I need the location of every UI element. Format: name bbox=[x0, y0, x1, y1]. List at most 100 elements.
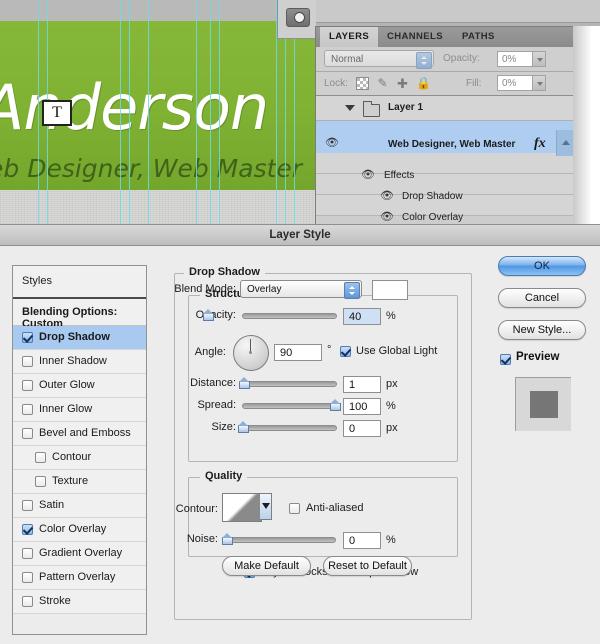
style-item-texture[interactable]: Texture bbox=[13, 470, 146, 494]
eye-visibility-icon[interactable]: 👁 bbox=[380, 210, 394, 223]
blend-mode-value: Overlay bbox=[247, 284, 282, 295]
size-value-field[interactable]: 0 bbox=[343, 420, 381, 437]
style-label: Inner Shadow bbox=[39, 355, 107, 367]
style-item-inner-glow[interactable]: Inner Glow bbox=[13, 398, 146, 422]
checkbox-satin[interactable] bbox=[22, 500, 33, 511]
checkbox-pattern-overlay[interactable] bbox=[22, 572, 33, 583]
checkbox-anti-aliased[interactable] bbox=[289, 503, 300, 514]
noise-slider-track[interactable] bbox=[226, 537, 336, 543]
new-style-button[interactable]: New Style... bbox=[498, 320, 586, 340]
contour-preset-thumbnail[interactable] bbox=[222, 493, 262, 522]
noise-slider-thumb[interactable] bbox=[222, 533, 233, 545]
size-slider-thumb[interactable] bbox=[238, 421, 249, 433]
text-layer-thumbnail[interactable]: T bbox=[42, 100, 72, 126]
contour-dropdown-arrow-icon[interactable] bbox=[260, 493, 272, 520]
style-label: Pattern Overlay bbox=[39, 571, 116, 583]
guide-line bbox=[210, 0, 211, 226]
spread-unit: % bbox=[386, 400, 396, 412]
lock-position-move-icon[interactable]: ✚ bbox=[396, 77, 409, 90]
eye-visibility-icon[interactable]: 👁 bbox=[361, 168, 375, 181]
layer-opacity-field[interactable]: 0% bbox=[497, 51, 533, 67]
angle-value-field[interactable]: 90 bbox=[274, 344, 322, 361]
checkbox-outer-glow[interactable] bbox=[22, 380, 33, 391]
layer-blend-mode-dropdown[interactable]: Normal bbox=[324, 50, 434, 69]
opacity-slider-thumb[interactable] bbox=[203, 309, 214, 321]
style-item-satin[interactable]: Satin bbox=[13, 494, 146, 518]
size-label: Size: bbox=[211, 421, 236, 433]
lock-image-pixels-brush-icon[interactable]: ✎ bbox=[376, 77, 389, 90]
lock-all-padlock-icon[interactable]: 🔒 bbox=[416, 77, 431, 90]
style-item-bevel-and-emboss[interactable]: Bevel and Emboss bbox=[13, 422, 146, 446]
make-default-button[interactable]: Make Default bbox=[222, 556, 311, 576]
spread-slider-thumb[interactable] bbox=[330, 399, 341, 411]
style-label: Texture bbox=[52, 475, 89, 487]
style-item-color-overlay[interactable]: Color Overlay bbox=[13, 518, 146, 542]
chevron-updown-icon bbox=[344, 282, 360, 299]
eye-visibility-icon[interactable]: 👁 bbox=[325, 136, 339, 149]
distance-slider-track[interactable] bbox=[242, 381, 337, 387]
reset-to-default-button[interactable]: Reset to Default bbox=[323, 556, 412, 576]
lock-transparent-pixels-icon[interactable] bbox=[356, 77, 369, 90]
style-item-gradient-overlay[interactable]: Gradient Overlay bbox=[13, 542, 146, 566]
spread-value-field[interactable]: 100 bbox=[343, 398, 381, 415]
opacity-stepper[interactable] bbox=[533, 51, 546, 67]
styles-header[interactable]: Styles bbox=[13, 266, 146, 299]
banner-name-text: Anderson bbox=[0, 71, 269, 144]
chevron-updown-icon bbox=[416, 52, 432, 69]
style-label: Contour bbox=[52, 451, 92, 463]
checkbox-use-global-light[interactable] bbox=[340, 346, 351, 357]
effects-expand-arrow-icon[interactable] bbox=[556, 130, 574, 156]
checkbox-gradient-overlay[interactable] bbox=[22, 548, 33, 559]
noise-value-field[interactable]: 0 bbox=[343, 532, 381, 549]
checkbox-drop-shadow[interactable] bbox=[22, 332, 33, 343]
style-label: Color Overlay bbox=[39, 523, 107, 535]
fill-label: Fill: bbox=[466, 78, 482, 89]
layer-row-group[interactable] bbox=[316, 96, 600, 121]
distance-value-field[interactable]: 1 bbox=[343, 376, 381, 393]
checkbox-stroke[interactable] bbox=[22, 596, 33, 607]
guide-line bbox=[148, 0, 149, 226]
style-item-stroke[interactable]: Stroke bbox=[13, 590, 146, 614]
style-item-contour[interactable]: Contour bbox=[13, 446, 146, 470]
blending-options-item[interactable]: Blending Options: Custom bbox=[13, 299, 146, 330]
tab-channels[interactable]: CHANNELS bbox=[378, 27, 452, 47]
eye-visibility-icon[interactable]: 👁 bbox=[380, 189, 394, 202]
style-item-drop-shadow[interactable]: Drop Shadow bbox=[13, 326, 146, 350]
fill-stepper[interactable] bbox=[533, 75, 546, 91]
angle-label: Angle: bbox=[194, 346, 226, 358]
tab-paths[interactable]: PATHS bbox=[453, 27, 504, 47]
style-label: Inner Glow bbox=[39, 403, 93, 415]
checkbox-preview[interactable] bbox=[500, 354, 511, 365]
opacity-value-field[interactable]: 40 bbox=[343, 308, 381, 325]
angle-dial[interactable] bbox=[233, 335, 269, 371]
style-item-inner-shadow[interactable]: Inner Shadow bbox=[13, 350, 146, 374]
opacity-label: Opacity: bbox=[195, 309, 236, 321]
layer-fill-field[interactable]: 0% bbox=[497, 75, 533, 91]
cancel-button[interactable]: Cancel bbox=[498, 288, 586, 308]
effects-row[interactable] bbox=[316, 153, 600, 174]
ok-button[interactable]: OK bbox=[498, 256, 586, 276]
group-disclosure-icon[interactable] bbox=[345, 105, 355, 111]
checkbox-color-overlay[interactable] bbox=[22, 524, 33, 535]
noise-label: Noise: bbox=[186, 533, 218, 545]
contour-label: Contour: bbox=[175, 503, 218, 515]
checkbox-inner-glow[interactable] bbox=[22, 404, 33, 415]
fx-badge-icon[interactable]: fx bbox=[534, 136, 546, 152]
checkbox-contour[interactable] bbox=[35, 452, 46, 463]
size-slider-track[interactable] bbox=[242, 425, 337, 431]
guide-line bbox=[120, 0, 121, 226]
distance-slider-thumb[interactable] bbox=[239, 377, 250, 389]
checkbox-inner-shadow[interactable] bbox=[22, 356, 33, 367]
blend-mode-dropdown[interactable]: Overlay bbox=[240, 280, 362, 299]
checkbox-texture[interactable] bbox=[35, 476, 46, 487]
layer-lock-row: Lock: ✎ ✚ 🔒 Fill: 0% bbox=[316, 72, 600, 96]
shadow-color-swatch[interactable] bbox=[372, 280, 408, 300]
text-layer-name: Web Designer, Web Master bbox=[388, 139, 516, 150]
spread-slider-track[interactable] bbox=[242, 403, 337, 409]
checkbox-bevel-and-emboss[interactable] bbox=[22, 428, 33, 439]
tab-layers[interactable]: LAYERS bbox=[320, 27, 379, 47]
text-thumb-glyph: T bbox=[52, 104, 62, 121]
style-item-pattern-overlay[interactable]: Pattern Overlay bbox=[13, 566, 146, 590]
style-item-outer-glow[interactable]: Outer Glow bbox=[13, 374, 146, 398]
opacity-slider-track[interactable] bbox=[242, 313, 337, 319]
